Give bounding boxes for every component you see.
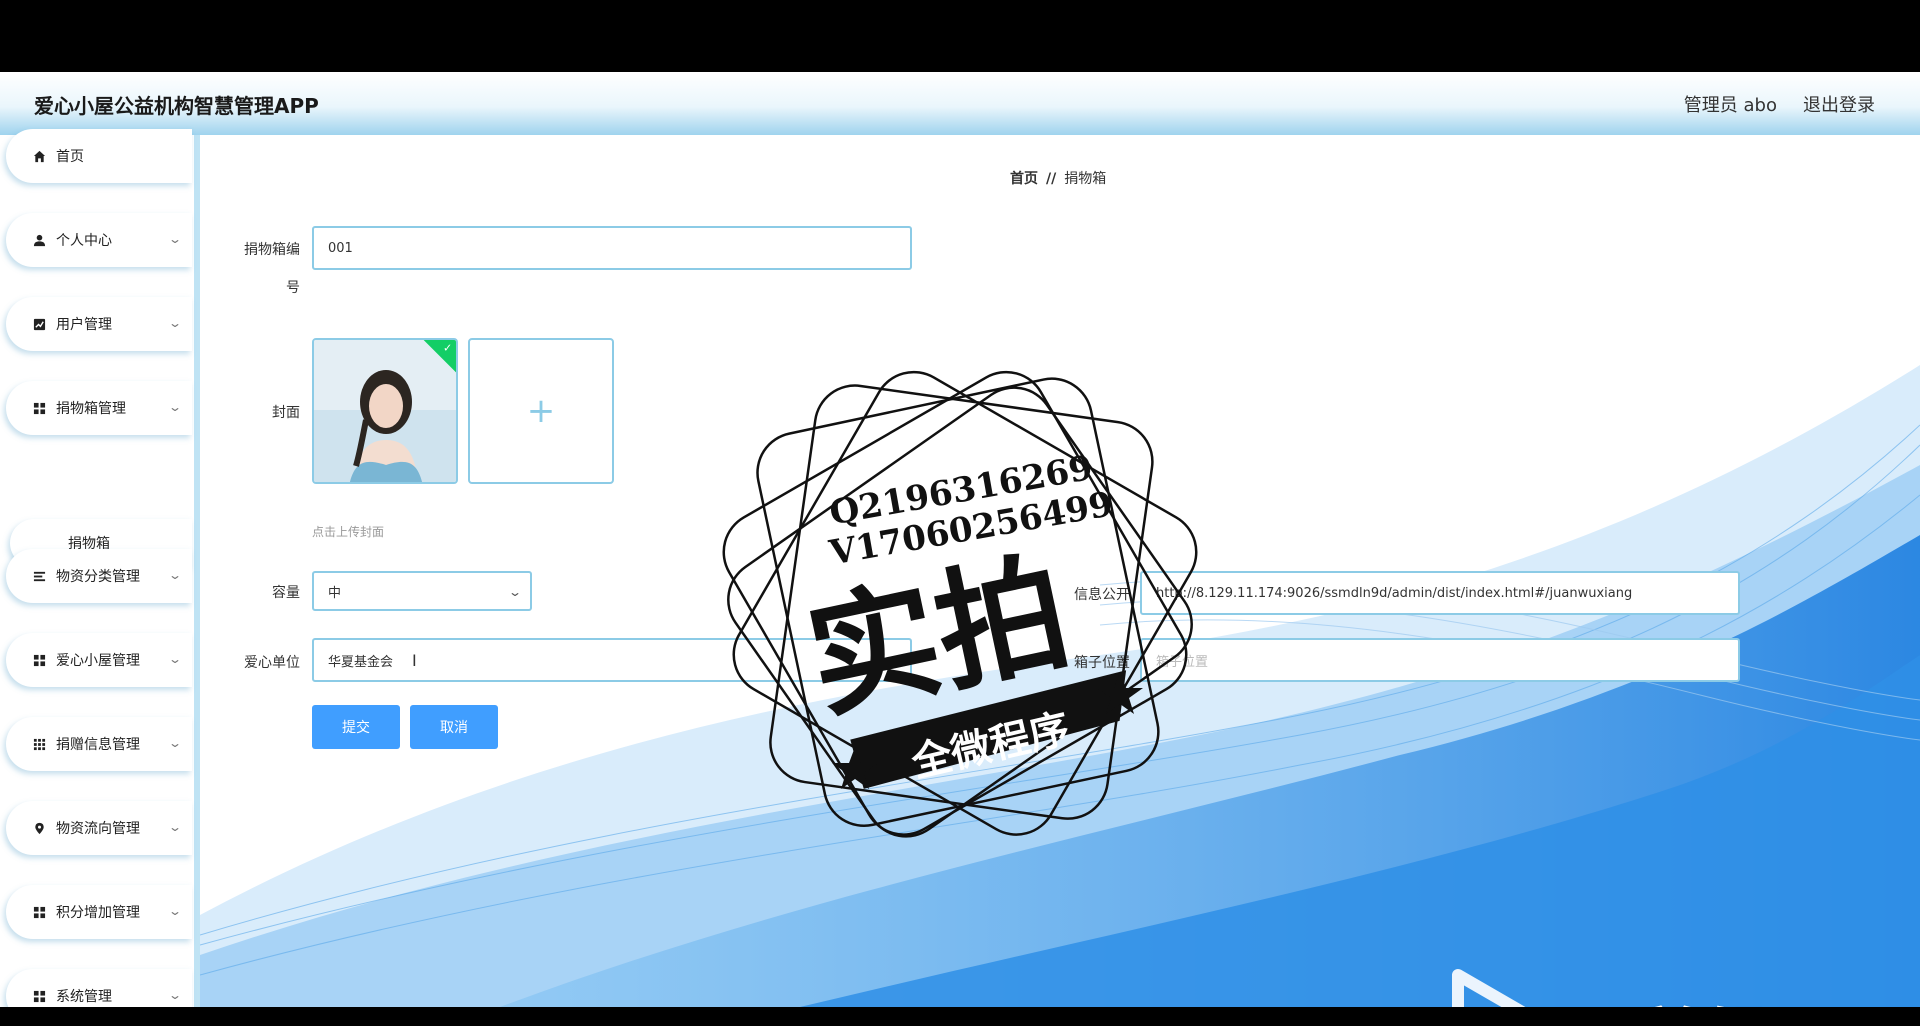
capacity-label: 容量	[272, 585, 300, 601]
chevron-down-icon: ⌄	[167, 904, 183, 918]
text-cursor-icon: I	[412, 651, 417, 670]
sidebar-item-label: 积分增加管理	[56, 905, 140, 921]
sidebar-item-label: 捐赠信息管理	[56, 737, 140, 753]
cover-photo	[314, 340, 456, 482]
apps-icon	[32, 737, 46, 751]
sidebar-item-label: 捐物箱管理	[56, 401, 126, 417]
grid-icon	[32, 401, 46, 415]
cover-image-card[interactable]: ✓	[312, 338, 458, 484]
sidebar-item-home[interactable]: 首页	[6, 129, 192, 183]
cover-upload-hint: 点击上传封面	[312, 525, 385, 539]
sidebar-item-system-management[interactable]: 系统管理 ⌄	[6, 969, 192, 1007]
admin-user-label[interactable]: 管理员 abo	[1684, 91, 1777, 117]
chevron-down-icon: ⌄	[167, 400, 183, 414]
chevron-down-icon: ⌄	[167, 988, 183, 1002]
sidebar-item-label: 物资分类管理	[56, 569, 140, 585]
box-number-label-line1: 捐物箱编	[244, 242, 300, 258]
list-icon	[32, 569, 46, 583]
grid-icon	[32, 989, 46, 1003]
info-public-input[interactable]: http://8.129.11.174:9026/ssmdln9d/admin/…	[1140, 571, 1740, 615]
check-icon: ✓	[443, 341, 453, 355]
editor-watermark: eV剪辑	[1548, 987, 1770, 1007]
top-header: 爱心小屋公益机构智慧管理APP 管理员 abo 退出登录	[0, 72, 1920, 135]
user-icon	[32, 233, 46, 247]
breadcrumb-current: 捐物箱	[1064, 171, 1107, 187]
grid-icon	[32, 905, 46, 919]
box-number-input[interactable]: 001	[312, 226, 912, 270]
app-window: 爱心小屋公益机构智慧管理APP 管理员 abo 退出登录 首页 个人中心 ⌄ 用…	[0, 72, 1920, 1007]
sidebar: 首页 个人中心 ⌄ 用户管理 ⌄ 捐物箱管理 ⌄ 捐物箱 物资分类管理 ⌄ 爱心…	[0, 129, 200, 1007]
sidebar-item-box-management[interactable]: 捐物箱管理 ⌄	[6, 381, 192, 435]
cover-upload-button[interactable]: +	[468, 338, 614, 484]
capacity-selected-value: 中	[328, 585, 342, 601]
chevron-down-icon: ⌄	[167, 820, 183, 834]
chart-icon	[32, 317, 46, 331]
play-logo-icon	[1452, 969, 1526, 1007]
chevron-down-icon: ⌄	[167, 232, 183, 246]
sidebar-item-category-management[interactable]: 物资分类管理 ⌄	[6, 549, 192, 603]
plus-icon: +	[526, 391, 556, 431]
sidebar-item-label: 物资流向管理	[56, 821, 140, 837]
breadcrumb-separator: //	[1046, 171, 1057, 187]
sidebar-item-user-management[interactable]: 用户管理 ⌄	[6, 297, 192, 351]
sidebar-item-house-management[interactable]: 爱心小屋管理 ⌄	[6, 633, 192, 687]
breadcrumb: 首页 // 捐物箱	[1010, 168, 1106, 188]
chevron-down-icon: ⌄	[167, 652, 183, 666]
submit-button[interactable]: 提交	[312, 705, 400, 749]
sidebar-item-label: 个人中心	[56, 233, 112, 249]
chevron-down-icon: ⌄	[507, 585, 523, 599]
home-icon	[32, 149, 46, 163]
sidebar-item-donation-management[interactable]: 捐赠信息管理 ⌄	[6, 717, 192, 771]
cancel-button[interactable]: 取消	[410, 705, 498, 749]
chevron-down-icon: ⌄	[167, 736, 183, 750]
chevron-down-icon: ⌄	[167, 568, 183, 582]
watermark-stamp: Q2196316269 V17060256499 实拍 全微程序	[722, 370, 1198, 838]
sidebar-item-label: 爱心小屋管理	[56, 653, 140, 669]
breadcrumb-home[interactable]: 首页	[1010, 171, 1038, 187]
capacity-select[interactable]: 中 ⌄	[312, 571, 532, 611]
position-input[interactable]: 箱子位置	[1140, 638, 1740, 682]
cover-label: 封面	[272, 405, 300, 421]
grid-icon	[32, 653, 46, 667]
chevron-down-icon: ⌄	[167, 316, 183, 330]
unit-input-value: 华夏基金会	[328, 654, 394, 670]
sidebar-item-flow-management[interactable]: 物资流向管理 ⌄	[6, 801, 192, 855]
bottom-letterbox	[0, 1007, 1920, 1026]
location-icon	[32, 821, 46, 835]
sidebar-item-points-management[interactable]: 积分增加管理 ⌄	[6, 885, 192, 939]
box-number-label-line2: 号	[286, 280, 300, 296]
unit-label: 爱心单位	[244, 655, 300, 671]
box-number-label: 捐物箱编 号	[230, 239, 300, 297]
sidebar-item-label: 用户管理	[56, 317, 112, 333]
sidebar-item-label: 系统管理	[56, 989, 112, 1005]
header-user-area: 管理员 abo 退出登录	[1684, 91, 1875, 117]
app-title: 爱心小屋公益机构智慧管理APP	[34, 94, 319, 118]
sidebar-item-label: 首页	[56, 149, 84, 165]
logout-link[interactable]: 退出登录	[1803, 91, 1875, 117]
sidebar-item-personal-center[interactable]: 个人中心 ⌄	[6, 213, 192, 267]
